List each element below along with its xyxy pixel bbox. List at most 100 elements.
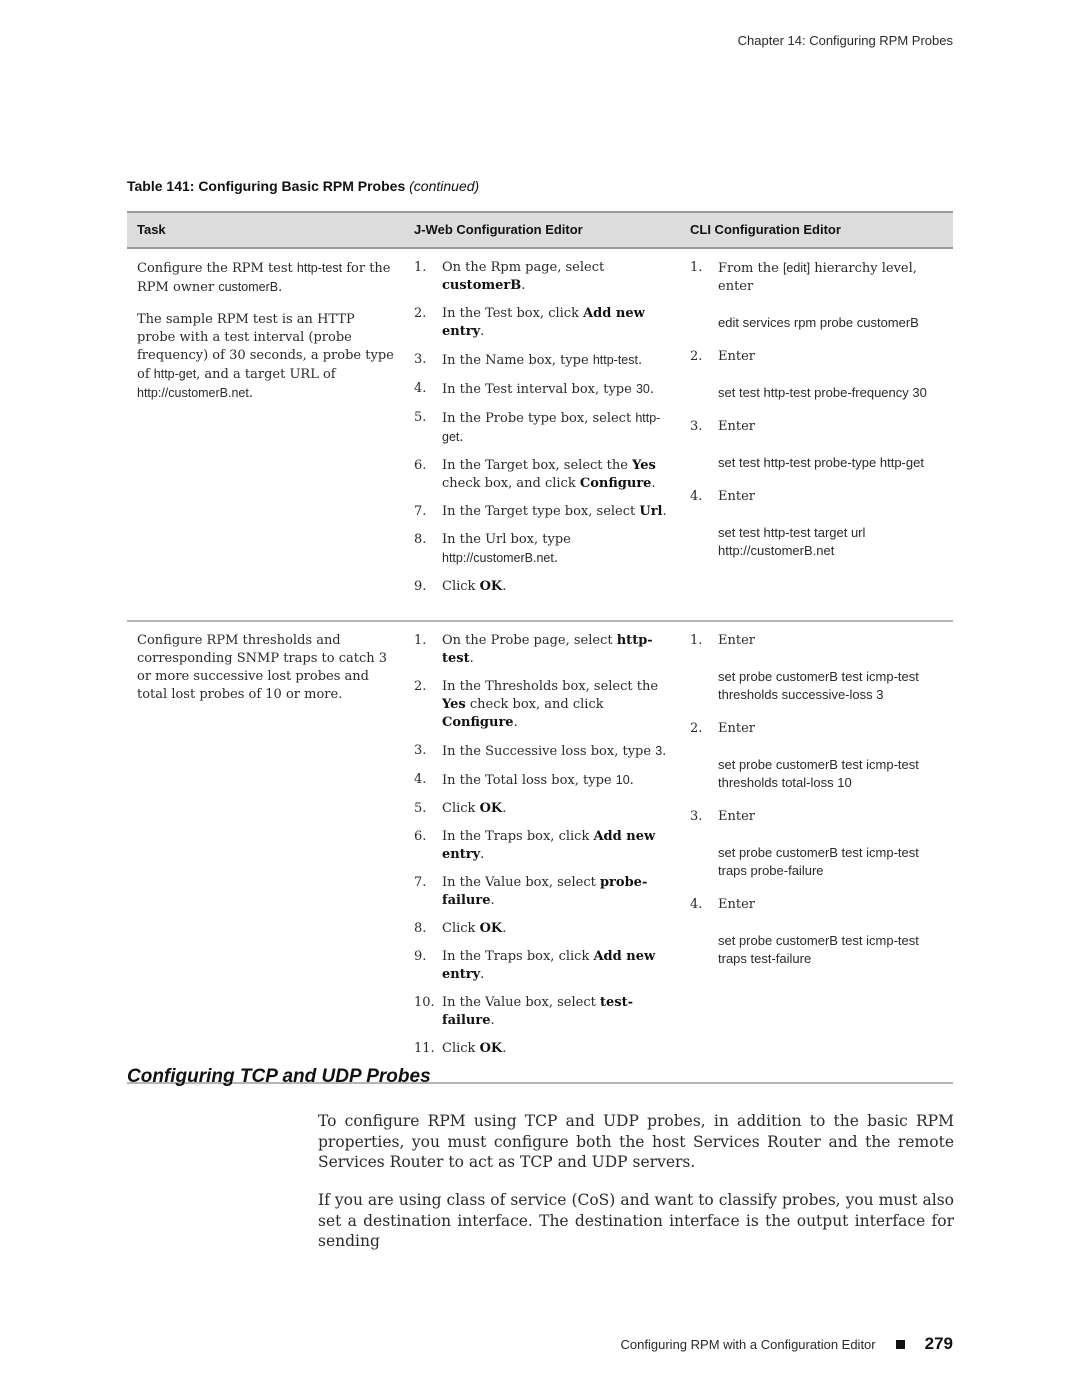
- cli-steps: 1. From the [edit] hierarchy level, enter…: [690, 259, 943, 568]
- jweb-step: 3. In the Successive loss box, type 3.: [414, 742, 670, 761]
- jweb-step: 9. Click OK.: [414, 578, 670, 596]
- text-run: Enter: [718, 349, 755, 364]
- text-run: Configure RPM thresholds and correspondi…: [137, 633, 388, 702]
- step-text: In the Traps box, click Add new entry.: [442, 828, 670, 864]
- step-text: On the Rpm page, select customerB.: [442, 259, 670, 295]
- table-caption-suffix: (continued): [409, 178, 480, 194]
- step-number: 4.: [690, 489, 703, 504]
- step-text: Enter set test http-test probe-type http-…: [718, 418, 943, 480]
- step-number: 1.: [414, 633, 427, 648]
- ui-term: Configure: [579, 476, 652, 491]
- text-run: .: [502, 579, 507, 594]
- page-footer: Configuring RPM with a Configuration Edi…: [621, 1334, 953, 1354]
- body-paragraph: To configure RPM using TCP and UDP probe…: [318, 1112, 954, 1171]
- jweb-step: 4. In the Test interval box, type 30.: [414, 380, 670, 399]
- code-term: [edit]: [782, 261, 811, 275]
- step-number: 1.: [690, 260, 703, 275]
- step-number: 6.: [414, 458, 427, 473]
- step-text: Click OK.: [442, 920, 670, 938]
- step-number: 4.: [690, 897, 703, 912]
- text-run: Click: [442, 579, 480, 594]
- jweb-step: 7. In the Value box, select probe-failure…: [414, 874, 670, 910]
- step-number: 1.: [414, 260, 427, 275]
- ui-term: Configure: [442, 715, 514, 730]
- header-task: Task: [127, 211, 404, 249]
- section-heading: Configuring TCP and UDP Probes: [127, 1066, 431, 1087]
- text-run: In the Url box, type: [442, 532, 571, 547]
- cli-step: 4. Enter set probe customerB test icmp-tes…: [690, 896, 943, 976]
- code-term: 30: [635, 382, 650, 396]
- text-run: Enter: [718, 897, 755, 912]
- ui-term: OK: [479, 579, 503, 594]
- step-text: In the Name box, type http-test.: [442, 351, 670, 370]
- text-run: In the Target type box, select: [442, 504, 640, 519]
- text-run: Enter: [718, 633, 755, 648]
- step-text: Enter set probe customerB test icmp-test …: [718, 808, 943, 888]
- cli-step: 2. Enter set test http-test probe-frequenc…: [690, 348, 943, 410]
- step-number: 3.: [414, 743, 427, 758]
- jweb-step: 5. In the Probe type box, select http-get…: [414, 409, 670, 447]
- jweb-step: 8. In the Url box, type http://customerB.…: [414, 531, 670, 568]
- step-number: 2.: [414, 306, 427, 321]
- step-number: 8.: [414, 921, 427, 936]
- text-run: Configure the RPM test: [137, 261, 297, 276]
- code-term: http-test: [296, 261, 343, 275]
- jweb-step: 2. In the Test box, click Add new entry.: [414, 305, 670, 341]
- step-text: From the [edit] hierarchy level, enter ed…: [718, 259, 943, 340]
- step-number: 3.: [690, 809, 703, 824]
- step-text: In the Value box, select probe-failure.: [442, 874, 670, 910]
- step-number: 4.: [414, 772, 427, 787]
- text-run: In the Successive loss box, type: [442, 744, 656, 759]
- step-text: In the Test box, click Add new entry.: [442, 305, 670, 341]
- jweb-step: 4. In the Total loss box, type 10.: [414, 771, 670, 790]
- step-number: 2.: [690, 721, 703, 736]
- jweb-step: 9. In the Traps box, click Add new entry.: [414, 948, 670, 984]
- code-term: http-get: [153, 367, 197, 381]
- table-row: Configure RPM thresholds and correspondi…: [127, 621, 953, 1084]
- table-caption-title: Table 141: Configuring Basic RPM Probes: [127, 178, 406, 194]
- text-run: .: [248, 386, 253, 401]
- jweb-step: 10. In the Value box, select test-failure…: [414, 994, 670, 1030]
- header-jweb: J-Web Configuration Editor: [404, 211, 680, 249]
- text-run: In the Name box, type: [442, 353, 593, 368]
- text-run: .: [662, 744, 667, 759]
- text-run: In the Target box, select the: [442, 458, 633, 473]
- jweb-step: 6. In the Target box, select the Yes chec…: [414, 457, 670, 493]
- text-run: .: [662, 504, 667, 519]
- jweb-step: 8. Click OK.: [414, 920, 670, 938]
- footer-title: Configuring RPM with a Configuration Edi…: [620, 1336, 876, 1352]
- step-text: Click OK.: [442, 1040, 670, 1058]
- task-cell: Configure RPM thresholds and correspondi…: [127, 621, 404, 1084]
- text-run: check box, and click: [465, 697, 604, 712]
- code-term: http://customerB.net: [137, 386, 249, 400]
- cli-step: 1. Enter set probe customerB test icmp-tes…: [690, 632, 943, 712]
- jweb-steps: 1. On the Rpm page, select customerB. 2. In…: [414, 259, 670, 596]
- text-run: .: [278, 280, 283, 295]
- cli-command: edit services rpm probe customerB: [718, 315, 919, 330]
- code-term: customerB: [218, 280, 279, 294]
- step-number: 9.: [414, 579, 427, 594]
- header-cli: CLI Configuration Editor: [680, 211, 953, 249]
- ui-term: OK: [479, 921, 503, 936]
- text-run: In the Value box, select: [442, 875, 600, 890]
- task-paragraph: Configure the RPM test http-test for the…: [137, 259, 394, 297]
- step-text: In the Total loss box, type 10.: [442, 771, 670, 790]
- text-run: Click: [442, 1041, 480, 1056]
- text-run: .: [513, 715, 518, 730]
- step-number: 5.: [414, 801, 427, 816]
- text-run: check box, and click: [442, 476, 580, 491]
- jweb-step: 3. In the Name box, type http-test.: [414, 351, 670, 370]
- text-run: Enter: [718, 489, 755, 504]
- step-text: Click OK.: [442, 578, 670, 596]
- cli-cell: 1. Enter set probe customerB test icmp-tes…: [680, 621, 953, 1084]
- text-run: .: [459, 430, 464, 445]
- code-term: http://customerB.net: [442, 551, 554, 565]
- code-term: 10: [615, 773, 630, 787]
- jweb-step: 11. Click OK.: [414, 1040, 670, 1058]
- step-number: 4.: [414, 381, 427, 396]
- step-number: 7.: [414, 875, 427, 890]
- step-number: 1.: [690, 633, 703, 648]
- table-row: Configure the RPM test http-test for the…: [127, 248, 953, 622]
- jweb-steps: 1. On the Probe page, select http-test. 2.…: [414, 632, 670, 1058]
- page-number: 279: [924, 1334, 953, 1353]
